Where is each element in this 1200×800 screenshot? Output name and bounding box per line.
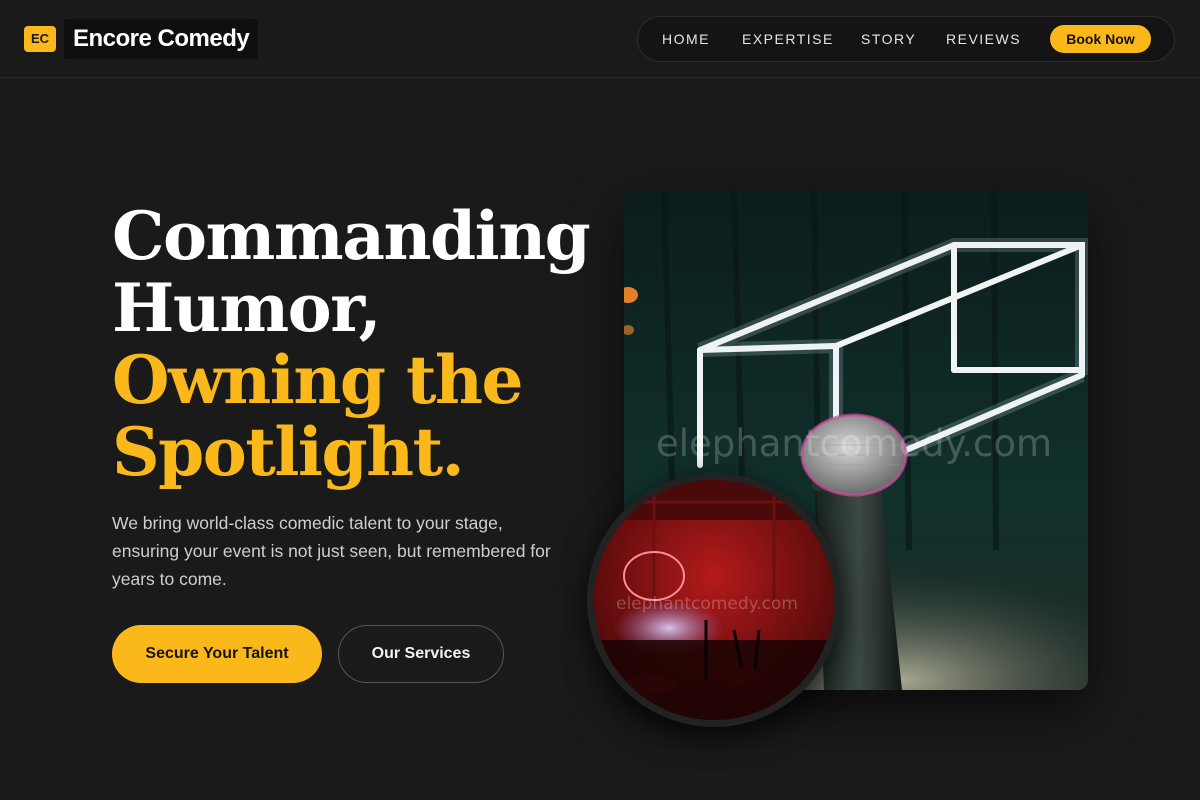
logo-badge[interactable]: EC	[24, 26, 56, 52]
site-header: EC Encore Comedy HOME EXPERTISE STORY RE…	[0, 0, 1200, 78]
nav-story[interactable]: STORY	[861, 17, 916, 61]
circle-photo-watermark: elephantcomedy.com	[616, 594, 798, 614]
headline-line-1: Commanding	[112, 197, 591, 275]
main-nav: HOME EXPERTISE STORY REVIEWS Book Now	[637, 16, 1175, 62]
nav-expertise[interactable]: EXPERTISE	[742, 17, 834, 61]
nav-home[interactable]: HOME	[662, 17, 710, 61]
hero-subtitle: We bring world-class comedic talent to y…	[112, 513, 551, 589]
our-services-button[interactable]: Our Services	[338, 625, 504, 683]
headline-line-3: Owning the	[112, 341, 523, 419]
nav-reviews[interactable]: REVIEWS	[946, 17, 1021, 61]
photo-watermark: elephantcomedy.com	[656, 422, 1053, 465]
headline-line-4: Spotlight.	[112, 413, 465, 491]
brand-name[interactable]: Encore Comedy	[64, 19, 259, 59]
book-now-button[interactable]: Book Now	[1050, 25, 1151, 53]
hero-headline: Commanding Humor, Owning the Spotlight.	[112, 197, 591, 491]
headline-line-2: Humor,	[112, 269, 382, 347]
comedy-club-photo: elephantcomedy.com	[587, 473, 841, 727]
secure-talent-button[interactable]: Secure Your Talent	[112, 625, 322, 683]
